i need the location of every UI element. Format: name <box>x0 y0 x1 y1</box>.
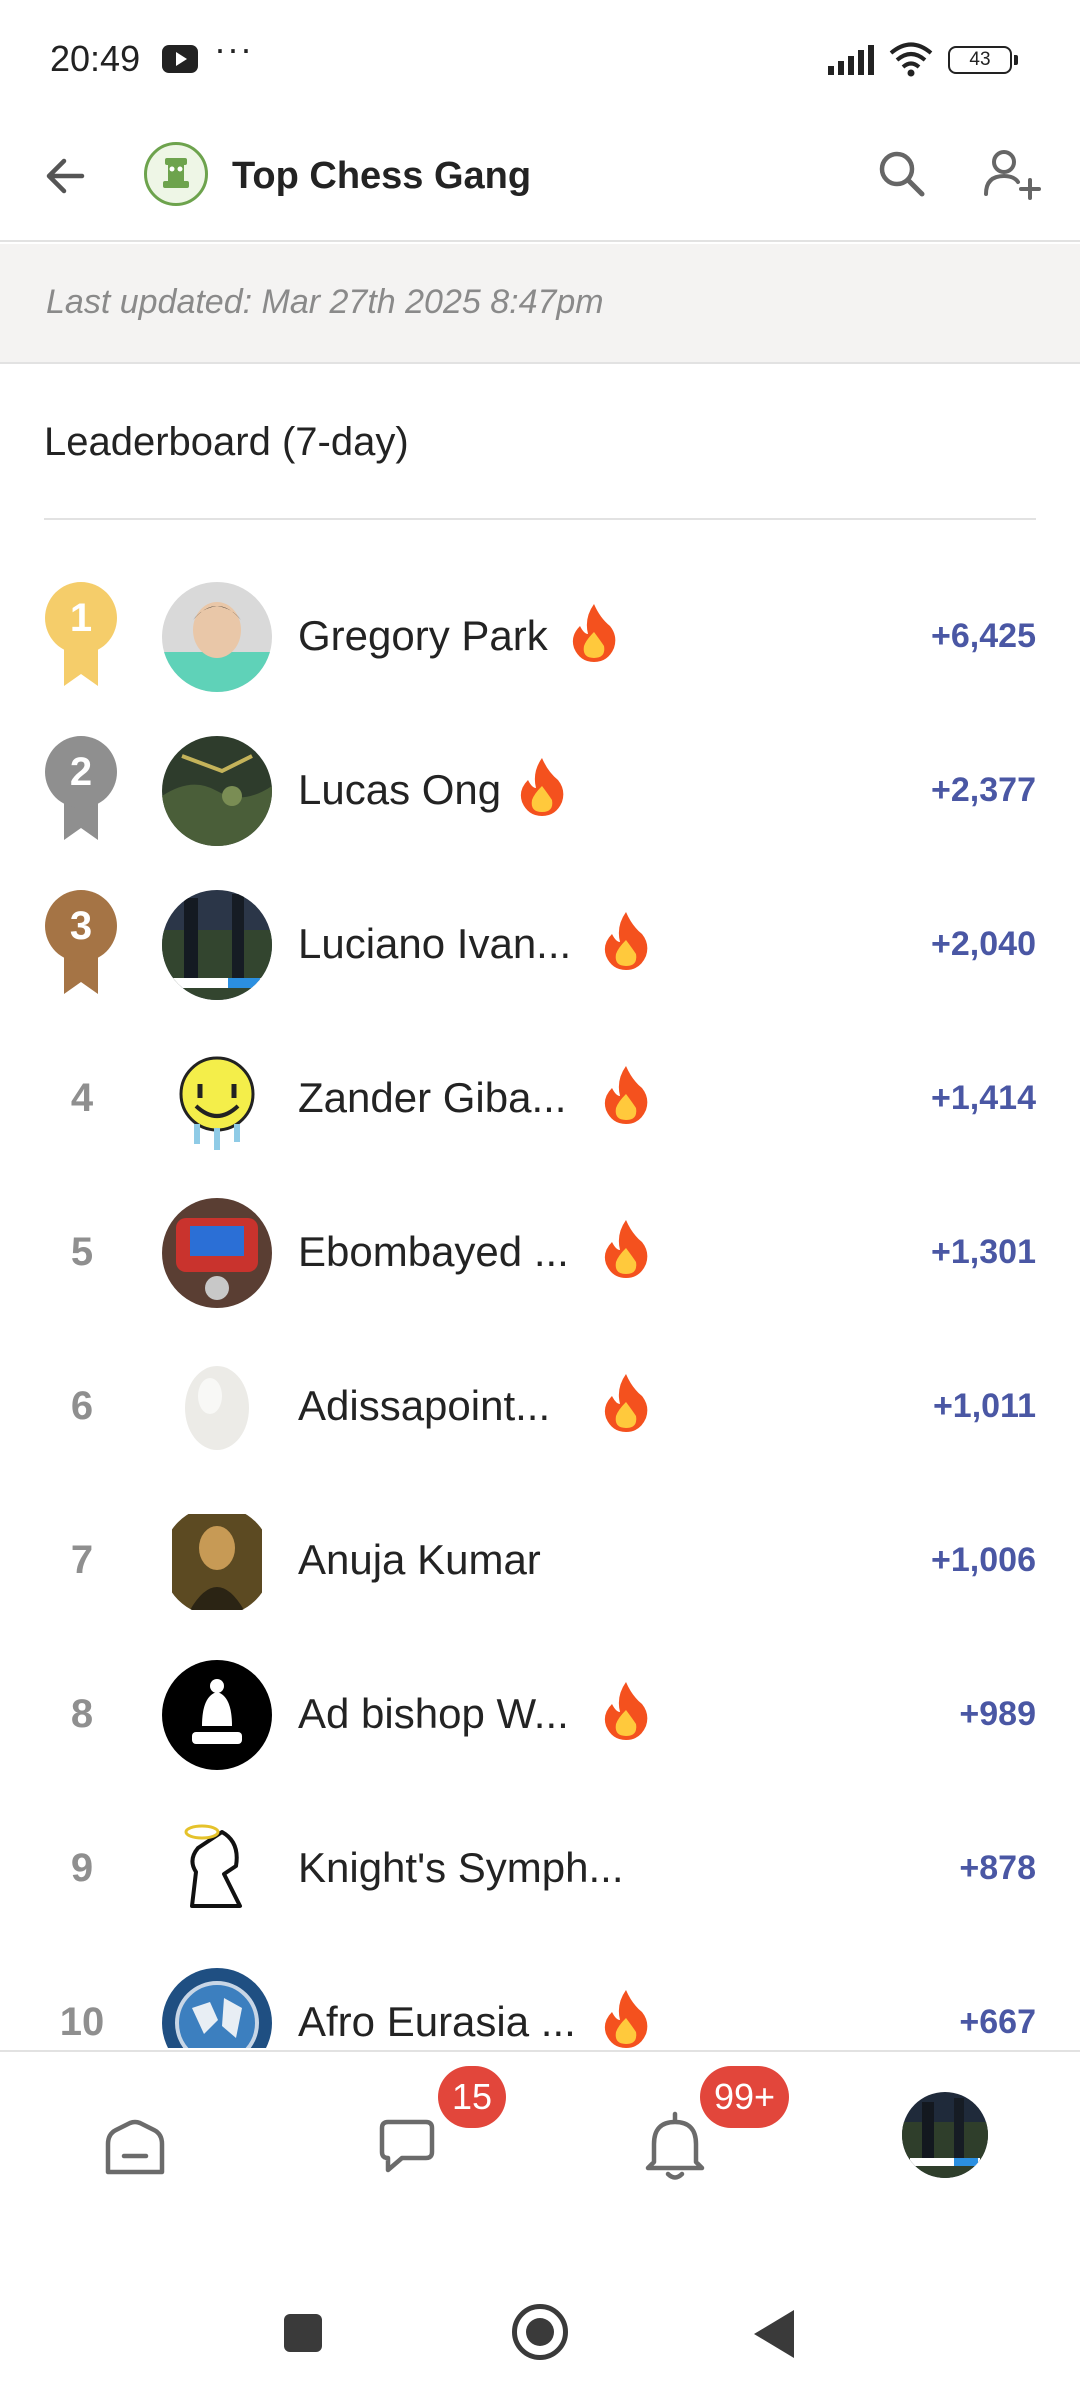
leaderboard-row[interactable]: 6 Adissapoint... +1,011 <box>0 1330 1080 1484</box>
profile-avatar[interactable] <box>902 2092 988 2178</box>
leaderboard-row[interactable]: 7 Anuja Kumar +1,006 <box>0 1484 1080 1638</box>
wifi-icon <box>889 42 933 77</box>
rank-number: 9 <box>70 1846 94 1890</box>
rank-number: 2 <box>69 750 93 794</box>
player-score: +2,040 <box>931 925 1036 963</box>
search-icon[interactable] <box>872 144 932 204</box>
leaderboard-row[interactable]: 10 Afro Eurasia ... +667 <box>0 1946 1080 2048</box>
player-name[interactable]: Adissapoint... <box>298 1376 550 1436</box>
notifications-badge: 99+ <box>700 2066 790 2128</box>
club-logo <box>144 142 208 206</box>
player-avatar[interactable] <box>162 1968 272 2048</box>
player-name[interactable]: Ad bishop W... <box>298 1684 569 1744</box>
gold-medal-icon: 1 <box>42 580 120 690</box>
rook-frog-icon <box>163 158 189 188</box>
leaderboard-row[interactable]: 9 Knight's Symph... +878 <box>0 1792 1080 1946</box>
player-name[interactable]: Afro Eurasia ... <box>298 1992 576 2048</box>
app-header: Top Chess Gang <box>0 120 1080 242</box>
leaderboard-list: 1 Gregory Park +6,425 2 Lucas Ong +2,377 3 Luci… <box>0 560 1080 2048</box>
leaderboard-row[interactable]: 2 Lucas Ong +2,377 <box>0 714 1080 868</box>
page-title: Top Chess Gang <box>232 155 532 197</box>
player-name[interactable]: Knight's Symph... <box>298 1838 624 1898</box>
bell-icon[interactable] <box>640 2108 710 2184</box>
player-avatar[interactable] <box>162 1352 272 1462</box>
bronze-medal-icon: 3 <box>42 888 120 998</box>
recent-apps-button[interactable] <box>284 2314 322 2352</box>
status-time: 20:49 <box>50 38 141 79</box>
player-name[interactable]: Zander Giba... <box>298 1068 566 1128</box>
add-member-icon[interactable] <box>980 144 1044 204</box>
player-name[interactable]: Ebombayed ... <box>298 1222 569 1282</box>
player-score: +667 <box>959 2003 1036 2041</box>
chat-unread-badge: 15 <box>438 2066 507 2128</box>
home-icon[interactable] <box>100 2114 170 2180</box>
bottom-nav: 15 99+ <box>0 2050 1080 2200</box>
leaderboard-row[interactable]: 4 Zander Giba... +1,414 <box>0 1022 1080 1176</box>
player-score: +6,425 <box>931 617 1036 655</box>
player-name[interactable]: Luciano Ivan... <box>298 914 571 974</box>
streak-fire-icon <box>602 1372 650 1434</box>
streak-fire-icon <box>518 756 566 818</box>
streak-fire-icon <box>602 1218 650 1280</box>
player-score: +1,301 <box>931 1233 1036 1271</box>
home-button[interactable] <box>512 2304 568 2360</box>
streak-fire-icon <box>602 1680 650 1742</box>
streak-fire-icon <box>602 1988 650 2048</box>
status-bar: 20:49 ··· 43 <box>0 0 1080 120</box>
player-avatar[interactable] <box>162 582 272 692</box>
rank-number: 7 <box>70 1538 94 1582</box>
player-score: +878 <box>959 1849 1036 1887</box>
divider <box>44 518 1036 520</box>
rank-number: 6 <box>70 1384 94 1428</box>
streak-fire-icon <box>570 602 618 664</box>
player-name[interactable]: Lucas Ong <box>298 760 501 820</box>
rank-number: 5 <box>70 1230 94 1274</box>
leaderboard-row[interactable]: 1 Gregory Park +6,425 <box>0 560 1080 714</box>
last-updated-bar: Last updated: Mar 27th 2025 8:47pm <box>0 244 1080 364</box>
leaderboard-title: Leaderboard (7-day) <box>44 420 409 464</box>
rank-number: 10 <box>59 2000 105 2044</box>
player-avatar[interactable] <box>162 1660 272 1770</box>
player-avatar[interactable] <box>162 1198 272 1308</box>
player-avatar[interactable] <box>162 1506 272 1616</box>
player-score: +1,414 <box>931 1079 1036 1117</box>
more-notifications-icon: ··· <box>214 28 253 69</box>
player-score: +1,006 <box>931 1541 1036 1579</box>
player-score: +2,377 <box>931 771 1036 809</box>
back-button[interactable] <box>754 2310 794 2358</box>
player-avatar[interactable] <box>162 736 272 846</box>
youtube-icon <box>162 45 198 73</box>
leaderboard-row[interactable]: 5 Ebombayed ... +1,301 <box>0 1176 1080 1330</box>
leaderboard-row[interactable]: 3 Luciano Ivan... +2,040 <box>0 868 1080 1022</box>
player-avatar[interactable] <box>162 1814 272 1924</box>
player-score: +989 <box>959 1695 1036 1733</box>
streak-fire-icon <box>602 910 650 972</box>
battery-icon: 43 <box>948 46 1018 74</box>
rank-number: 3 <box>69 904 93 948</box>
streak-fire-icon <box>602 1064 650 1126</box>
player-name[interactable]: Anuja Kumar <box>298 1530 541 1590</box>
last-updated-text: Last updated: Mar 27th 2025 8:47pm <box>46 283 604 321</box>
player-avatar[interactable] <box>162 890 272 1000</box>
silver-medal-icon: 2 <box>42 734 120 844</box>
chat-icon[interactable] <box>372 2114 442 2180</box>
player-name[interactable]: Gregory Park <box>298 606 548 666</box>
signal-icon <box>828 45 874 75</box>
system-nav-bar <box>0 2200 1080 2400</box>
rank-number: 1 <box>69 596 93 640</box>
player-avatar[interactable] <box>162 1044 272 1154</box>
rank-number: 8 <box>70 1692 94 1736</box>
rank-number: 4 <box>70 1076 94 1120</box>
player-score: +1,011 <box>932 1387 1036 1425</box>
leaderboard-row[interactable]: 8 Ad bishop W... +989 <box>0 1638 1080 1792</box>
back-arrow-icon[interactable] <box>38 148 94 204</box>
